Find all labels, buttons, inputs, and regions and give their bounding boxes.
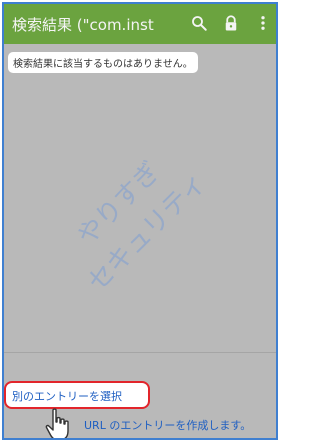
select-other-entry-button[interactable]: 別のエントリーを選択 — [4, 381, 150, 409]
create-url-entry-button[interactable]: URL のエントリーを作成します。 — [84, 417, 251, 433]
search-icon[interactable] — [190, 14, 208, 32]
search-results-area: 検索結果に該当するものはありません。 やりすぎ セキュリティ — [4, 44, 276, 352]
more-vert-icon[interactable] — [254, 14, 272, 32]
app-window: 検索結果 ("com.inst 検索結果に該当するものはありません。 やりすぎ … — [2, 2, 278, 440]
app-bar-title: 検索結果 ("com.inst — [12, 16, 154, 34]
app-bar: 検索結果 ("com.inst — [4, 4, 276, 44]
watermark: やりすぎ セキュリティ — [72, 157, 213, 298]
lock-icon[interactable] — [222, 14, 240, 32]
no-results-notice: 検索結果に該当するものはありません。 — [8, 52, 198, 73]
footer-actions: 別のエントリーを選択 URL のエントリーを作成します。 — [4, 352, 276, 438]
pointing-hand-icon — [45, 408, 69, 438]
